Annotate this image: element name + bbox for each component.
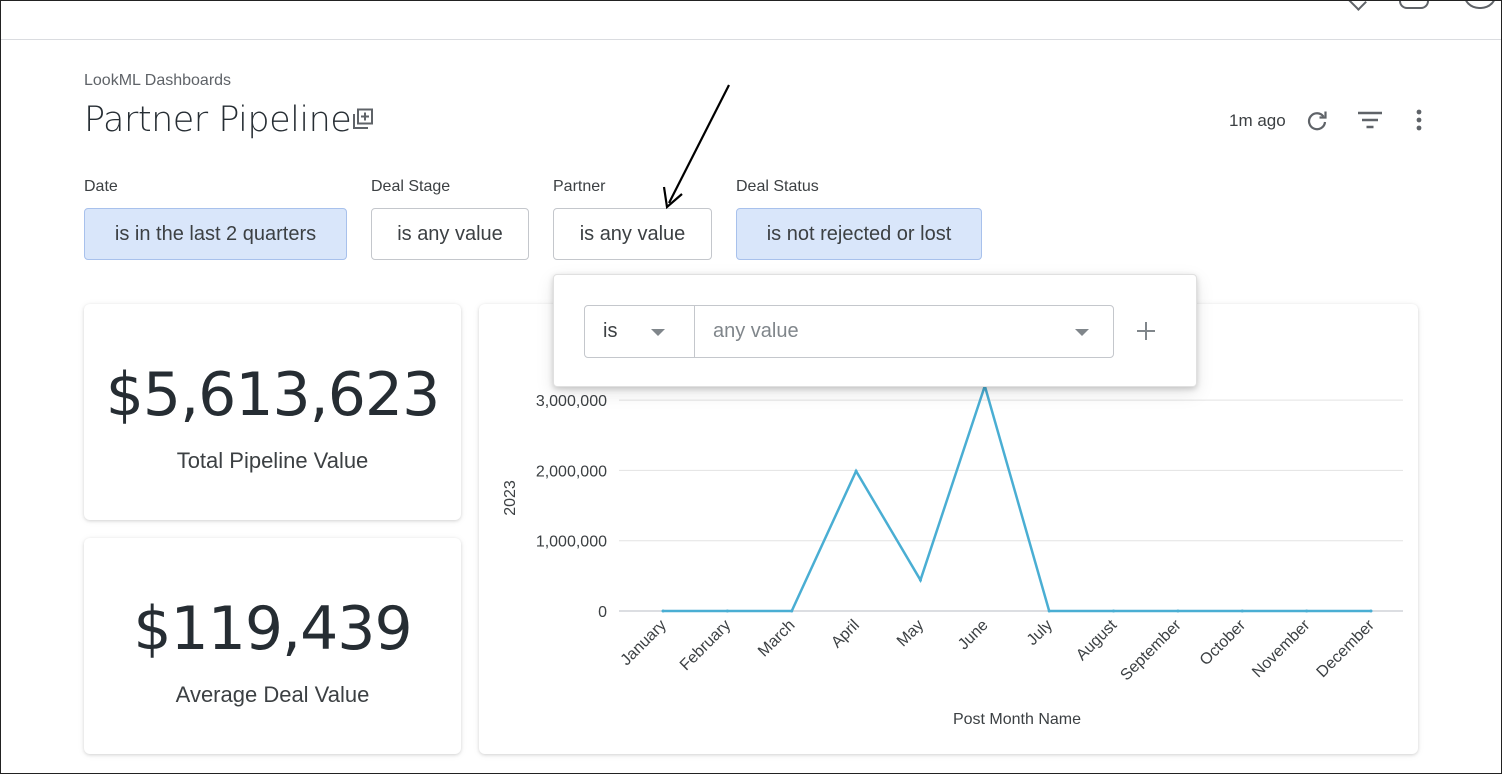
chevron-icon[interactable] <box>1347 1 1367 11</box>
operator-value: is <box>603 320 618 342</box>
x-tick-label: March <box>755 617 798 660</box>
dropdown-caret-icon <box>1075 329 1089 336</box>
filter-chip-deal-stage[interactable]: is any value <box>371 208 529 260</box>
x-tick-label: April <box>828 617 863 652</box>
dashboard-window: LookML Dashboards Partner Pipeline 1m ag… <box>0 0 1502 774</box>
last-updated: 1m ago <box>1229 111 1286 130</box>
y-tick-label: 1,000,000 <box>536 534 607 551</box>
filter-chip-deal-status[interactable]: is not rejected or lost <box>736 208 982 260</box>
top-toolbar <box>1 1 1501 40</box>
filter-list-icon[interactable] <box>1357 108 1383 132</box>
x-tick-label: June <box>955 617 992 654</box>
partner-filter-popover: is any value <box>553 274 1197 387</box>
x-tick-label: December <box>1314 616 1379 681</box>
account-icon[interactable] <box>1463 1 1497 9</box>
x-tick-label: October <box>1197 616 1250 669</box>
y-tick-label: 0 <box>598 604 607 621</box>
data-point <box>661 609 665 613</box>
x-tick-label: January <box>618 617 670 669</box>
kpi-label: Average Deal Value <box>175 682 370 707</box>
data-point <box>1047 609 1051 613</box>
filter-chip-partner[interactable]: is any value <box>553 208 712 260</box>
data-point <box>854 469 858 473</box>
series-line <box>663 381 1371 613</box>
filter-label-partner: Partner <box>553 178 606 195</box>
data-point <box>1369 609 1373 613</box>
chat-icon[interactable] <box>1399 1 1429 9</box>
y-tick-label: 2,000,000 <box>536 463 607 480</box>
filter-label-deal-stage: Deal Stage <box>371 178 451 195</box>
value-placeholder: any value <box>713 320 799 342</box>
dropdown-caret-icon <box>651 329 665 336</box>
data-point <box>1305 609 1309 613</box>
data-point <box>1176 609 1180 613</box>
data-point <box>918 578 922 582</box>
y-axis-label: 2023 <box>502 480 519 516</box>
filter-label-deal-status: Deal Status <box>736 178 819 195</box>
data-point <box>1240 609 1244 613</box>
data-point <box>790 609 794 613</box>
value-select[interactable]: any value <box>694 305 1114 358</box>
kpi-value: $119,439 <box>133 594 412 664</box>
kpi-value: $5,613,623 <box>105 360 441 430</box>
page-title: Partner Pipeline <box>84 100 352 140</box>
filter-chip-date[interactable]: is in the last 2 quarters <box>84 208 347 260</box>
data-point <box>1112 609 1116 613</box>
y-tick-label: 3,000,000 <box>536 393 607 410</box>
breadcrumb[interactable]: LookML Dashboards <box>84 72 231 90</box>
plus-icon[interactable] <box>1136 321 1156 341</box>
dashboard-content: LookML Dashboards Partner Pipeline 1m ag… <box>1 40 1501 773</box>
x-tick-label: August <box>1073 616 1121 664</box>
x-tick-label: July <box>1024 617 1056 649</box>
filter-label-date: Date <box>84 178 118 195</box>
kpi-tile-average-deal[interactable]: $119,439 Average Deal Value <box>84 538 461 754</box>
x-tick-label: September <box>1117 616 1185 684</box>
more-vert-icon[interactable] <box>1407 108 1431 132</box>
add-to-board-icon[interactable] <box>352 108 374 130</box>
kpi-tile-total-pipeline[interactable]: $5,613,623 Total Pipeline Value <box>84 304 461 520</box>
data-point <box>725 609 729 613</box>
x-axis-label: Post Month Name <box>953 711 1081 728</box>
x-tick-label: May <box>894 617 927 650</box>
refresh-icon[interactable] <box>1305 108 1329 132</box>
operator-select[interactable]: is <box>584 305 695 358</box>
x-tick-label: November <box>1249 616 1314 681</box>
kpi-label: Total Pipeline Value <box>176 448 369 473</box>
x-tick-label: February <box>677 617 734 674</box>
